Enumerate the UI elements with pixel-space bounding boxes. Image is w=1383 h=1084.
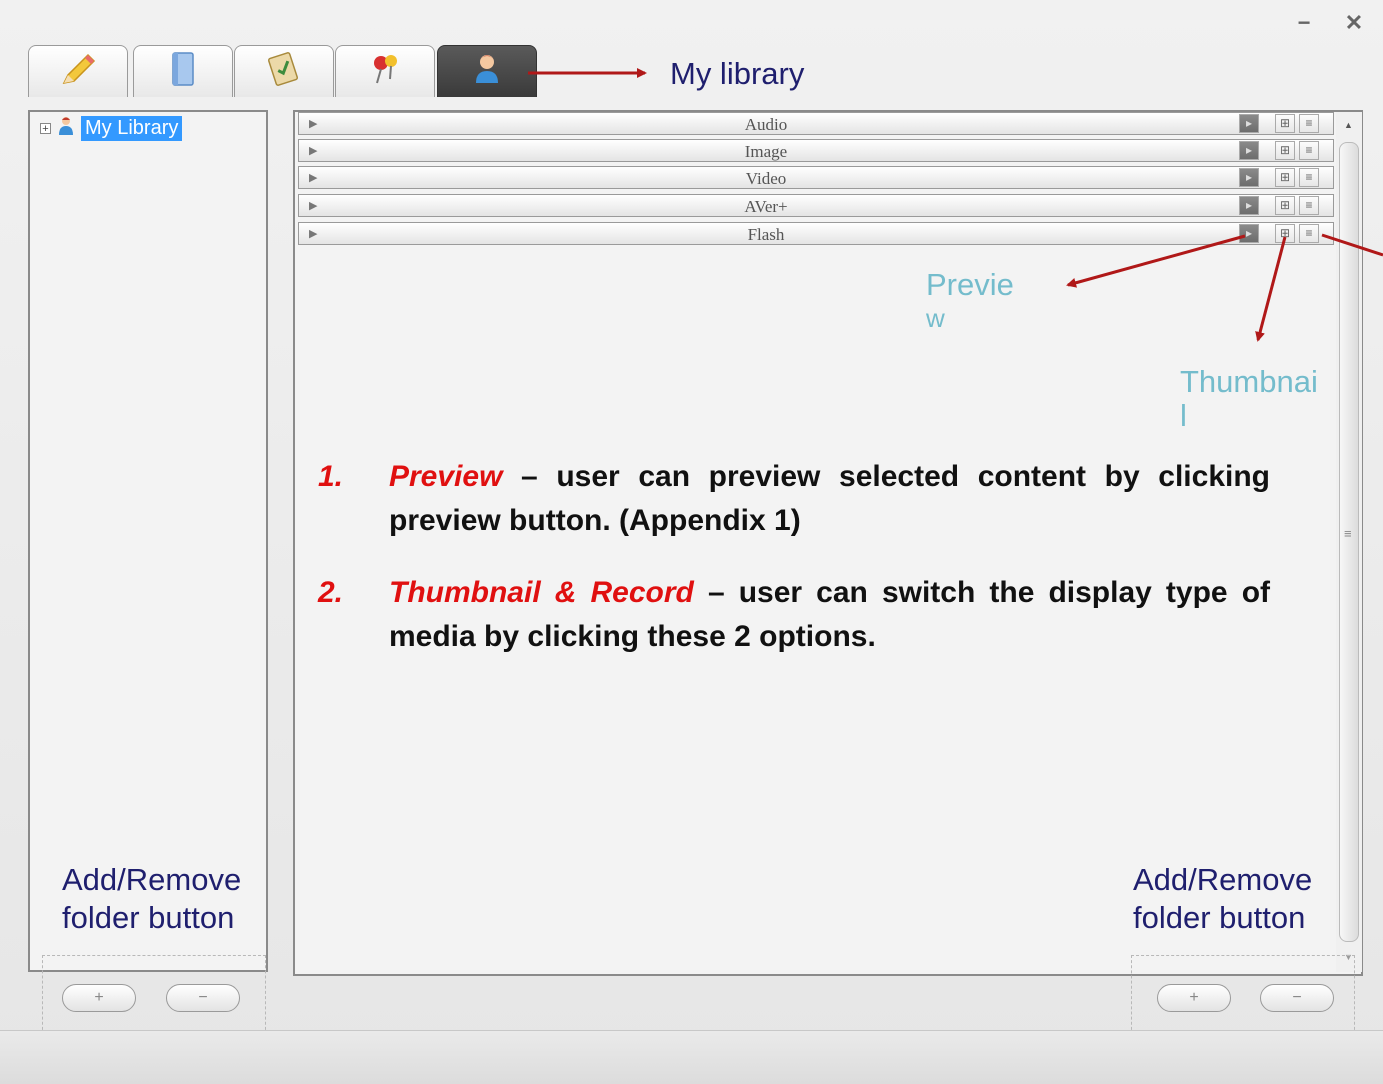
- annotation-line: Add/Remove: [1133, 862, 1313, 897]
- annotation-thumbnail-line2: l: [1180, 398, 1187, 433]
- instruction-item-preview: 1. Preview – user can preview selected co…: [318, 455, 1270, 543]
- arrow-to-preview: [1066, 234, 1246, 288]
- annotation-line: folder button: [62, 900, 235, 935]
- instruction-list: 1. Preview – user can preview selected co…: [318, 455, 1270, 687]
- annotation-my-library: My library: [670, 56, 805, 91]
- arrow-to-record: [1321, 233, 1383, 257]
- annotation-add-remove-right: Add/Remove folder button: [1133, 861, 1312, 937]
- instruction-text: – user can preview selected content by c…: [389, 460, 1270, 537]
- annotation-thumbnail: Thumbnai l: [1180, 363, 1318, 431]
- annotation-thumbnail-line1: Thumbnai: [1180, 364, 1318, 399]
- instruction-number: 1.: [318, 460, 344, 493]
- instruction-item-thumbnail-record: 2. Thumbnail & Record – user can switch t…: [318, 571, 1270, 659]
- instruction-term: Preview: [389, 460, 503, 493]
- arrow-to-thumbnail: [1255, 236, 1287, 342]
- annotation-line: Add/Remove: [62, 862, 242, 897]
- annotation-add-remove-left: Add/Remove folder button: [62, 861, 241, 937]
- annotation-preview-line1: Previe: [926, 267, 1014, 302]
- annotation-line: folder button: [1133, 900, 1306, 935]
- instruction-number: 2.: [318, 576, 344, 609]
- annotation-preview-line2: w: [926, 303, 945, 333]
- instruction-term: Thumbnail & Record: [389, 576, 694, 609]
- annotation-preview: Previe w: [926, 266, 1014, 332]
